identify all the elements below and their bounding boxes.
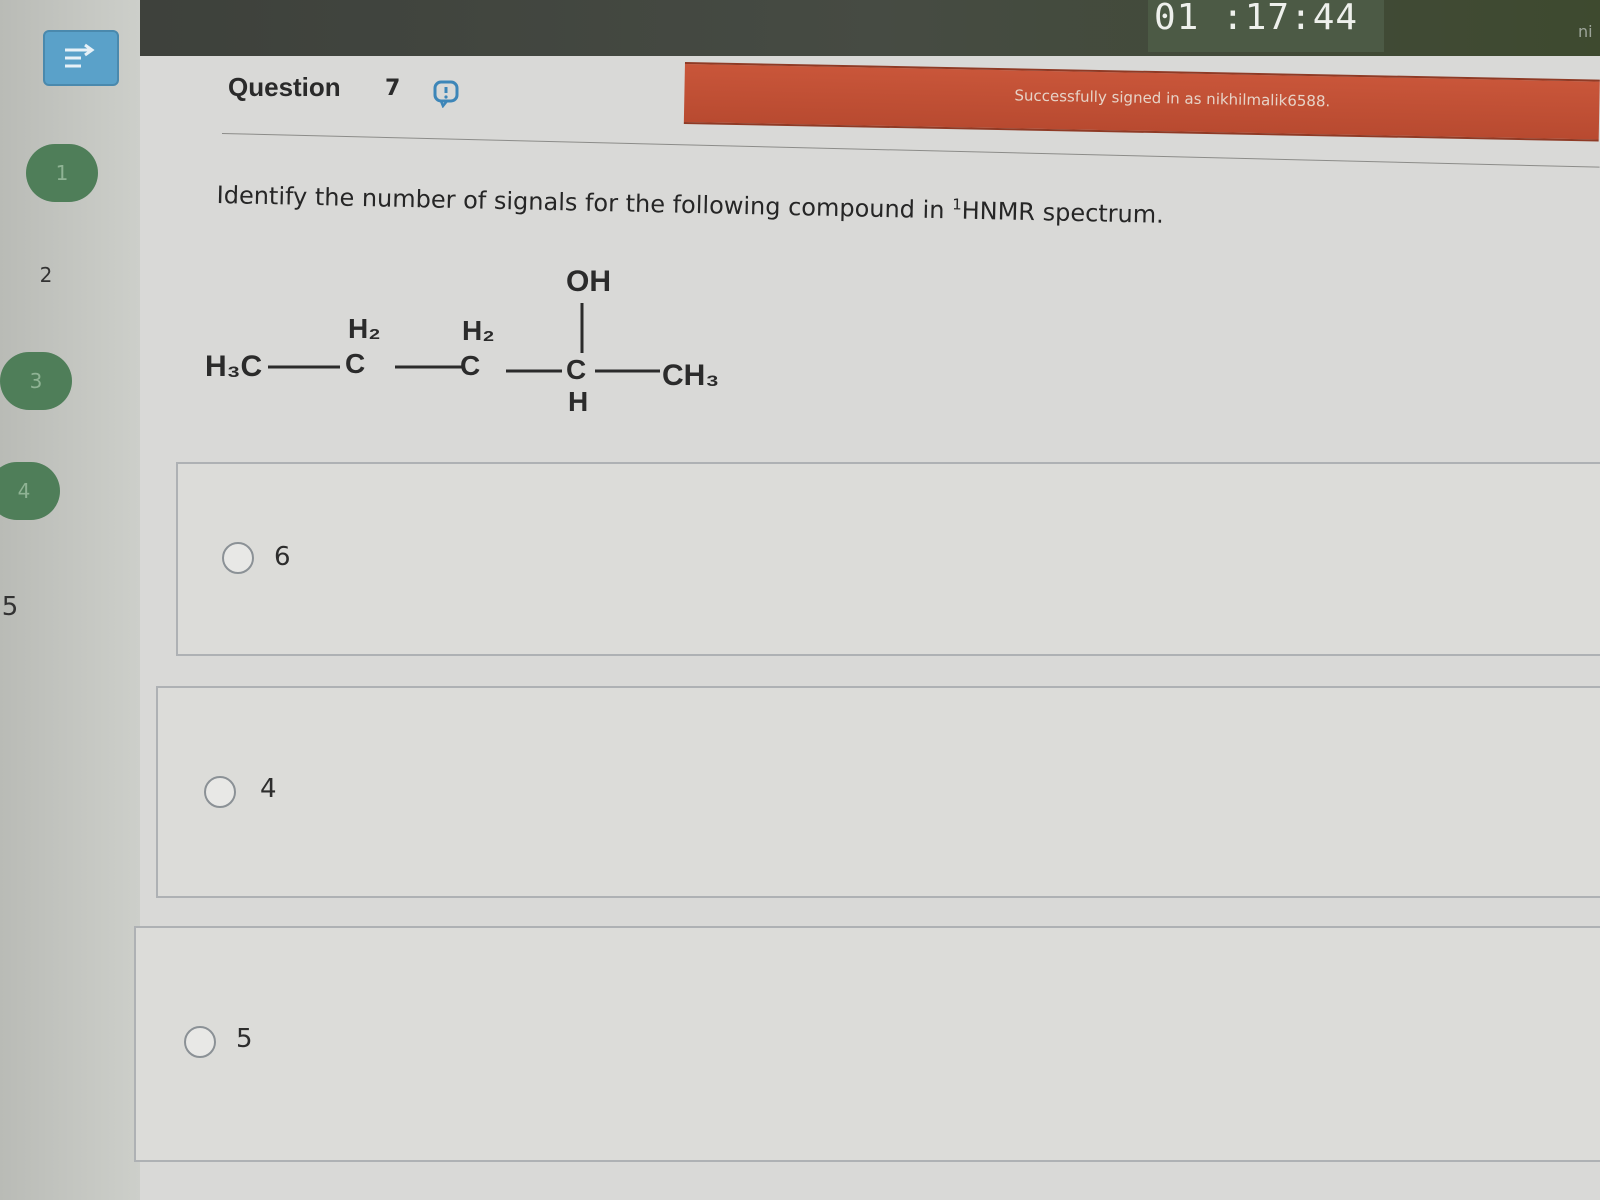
structure-h2-a: H₂ xyxy=(348,313,381,344)
signin-message: Successfully signed in as nikhilmalik658… xyxy=(1014,86,1331,111)
structure-h3c: H₃C xyxy=(205,350,262,383)
navigator-toggle-button[interactable] xyxy=(43,30,119,86)
structure-oh: OH xyxy=(566,265,611,298)
nav-question-1[interactable]: 1 xyxy=(26,144,98,202)
radio-button[interactable] xyxy=(184,1026,216,1058)
answer-option-1[interactable]: 6 xyxy=(176,462,1600,656)
option-label: 4 xyxy=(260,774,277,804)
structure-h: H xyxy=(568,386,588,417)
question-navigator: 1 2 3 4 5 xyxy=(0,0,140,1200)
answer-option-3[interactable]: 5 xyxy=(134,926,1600,1162)
answer-option-2[interactable]: 4 xyxy=(156,686,1600,898)
prompt-tail: HNMR spectrum. xyxy=(961,196,1165,229)
structure-c-b: C xyxy=(460,350,480,381)
question-number: 7 xyxy=(385,76,401,101)
nav-question-4[interactable]: 4 xyxy=(0,462,60,520)
radio-button[interactable] xyxy=(204,776,236,808)
nav-question-2[interactable]: 2 xyxy=(10,246,82,304)
structure-h2-b: H₂ xyxy=(462,315,495,346)
option-label: 6 xyxy=(274,542,291,572)
structure-c-c: C xyxy=(566,354,586,385)
compound-structure: H₃C H₂ C H₂ C OH C H CH₃ xyxy=(205,265,719,417)
list-arrow-icon xyxy=(65,43,95,68)
corner-label: ni xyxy=(1578,22,1593,41)
prompt-superscript: 1 xyxy=(952,195,962,214)
question-title: Question xyxy=(228,72,341,102)
exam-timer: 01 :17:44 xyxy=(1148,0,1384,52)
header-divider xyxy=(221,133,1600,168)
structure-c-a: C xyxy=(345,348,365,379)
question-prompt: Identify the number of signals for the f… xyxy=(216,180,1164,229)
signin-banner: Successfully signed in as nikhilmalik658… xyxy=(683,62,1600,142)
structure-ch3: CH₃ xyxy=(662,359,719,392)
option-label: 5 xyxy=(236,1024,253,1054)
nav-question-5[interactable]: 5 xyxy=(0,578,46,636)
info-bubble-icon[interactable] xyxy=(432,80,462,108)
nav-question-3[interactable]: 3 xyxy=(0,352,72,410)
prompt-text: Identify the number of signals for the f… xyxy=(216,180,953,225)
radio-button[interactable] xyxy=(222,542,254,574)
